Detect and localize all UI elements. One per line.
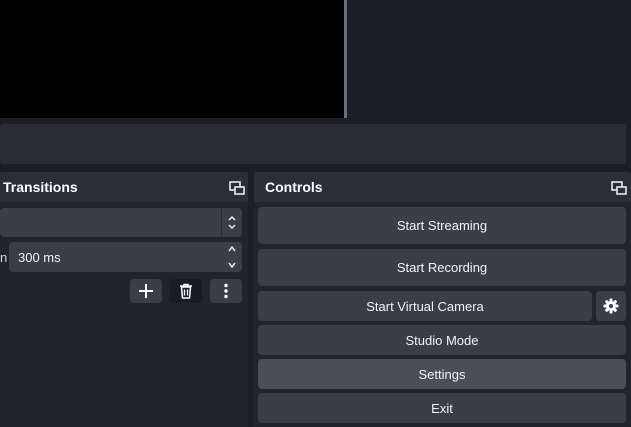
updown-chevron-icon xyxy=(228,215,236,230)
undock-icon[interactable] xyxy=(229,180,245,196)
remove-transition-button[interactable] xyxy=(170,279,202,303)
undock-icon[interactable] xyxy=(611,180,627,196)
controls-dock-header: Controls xyxy=(254,172,631,202)
duration-label: n xyxy=(0,250,8,265)
stepper-icon xyxy=(228,245,236,269)
duration-spinbox[interactable]: 300 ms xyxy=(9,242,242,272)
transitions-dock: Transitions n 300 ms xyxy=(0,172,248,427)
transitions-dock-header: Transitions xyxy=(0,172,248,202)
transition-select[interactable] xyxy=(0,208,242,237)
plus-icon xyxy=(139,284,153,298)
start-virtual-camera-button[interactable]: Start Virtual Camera xyxy=(258,291,592,321)
duration-stepper[interactable] xyxy=(222,242,242,272)
kebab-icon xyxy=(224,283,228,299)
transition-properties-button[interactable] xyxy=(210,279,242,303)
trash-icon xyxy=(180,283,192,299)
controls-dock: Controls Start Streaming Start Recording… xyxy=(254,172,631,427)
start-recording-button[interactable]: Start Recording xyxy=(258,249,626,286)
gear-icon xyxy=(603,298,619,314)
duration-value[interactable]: 300 ms xyxy=(18,250,61,265)
preview-side-area xyxy=(347,0,631,118)
studio-mode-button[interactable]: Studio Mode xyxy=(258,325,626,355)
audio-mixer-strip xyxy=(0,124,626,164)
dock-title: Controls xyxy=(265,179,323,195)
exit-button[interactable]: Exit xyxy=(258,393,626,423)
add-transition-button[interactable] xyxy=(130,279,162,303)
dock-title: Transitions xyxy=(3,179,78,195)
settings-button[interactable]: Settings xyxy=(258,359,626,389)
preview-canvas[interactable] xyxy=(0,0,345,118)
start-streaming-button[interactable]: Start Streaming xyxy=(258,207,626,244)
virtual-camera-settings-button[interactable] xyxy=(596,291,626,321)
select-arrows[interactable] xyxy=(221,208,242,237)
